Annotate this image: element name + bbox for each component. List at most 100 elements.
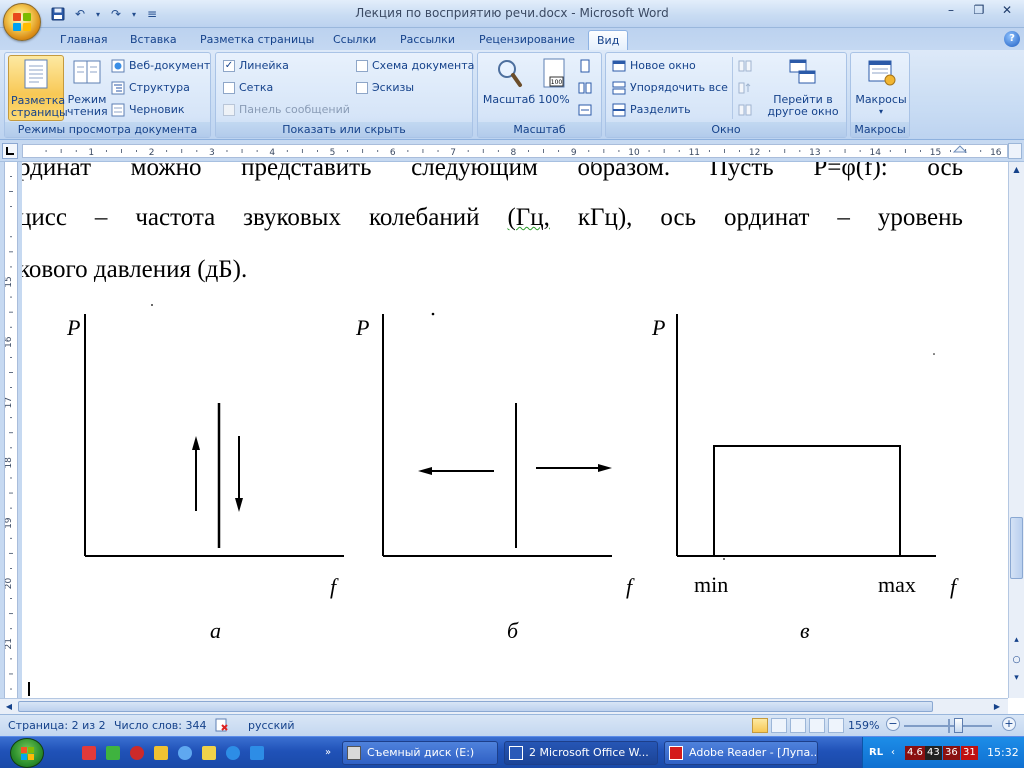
tab-review[interactable]: Рецензирование — [471, 30, 583, 50]
minimize-button[interactable]: – — [940, 3, 962, 19]
macros-button[interactable]: Макросы ▾ — [853, 55, 909, 121]
scan-speck — [933, 353, 935, 355]
scroll-right-icon[interactable]: ▶ — [990, 699, 1004, 714]
group-document-views-label: Режимы просмотра документа — [5, 122, 210, 137]
group-zoom: Масштаб 100 100% Масштаб — [477, 52, 602, 138]
one-page-button[interactable] — [578, 57, 592, 75]
taskbar-item[interactable]: 2 Microsoft Office W... — [504, 741, 658, 765]
svg-text:100: 100 — [551, 79, 563, 86]
draft-view-icon[interactable] — [828, 718, 844, 733]
quick-launch-icon[interactable] — [130, 746, 144, 760]
language-bar[interactable]: RL — [867, 746, 885, 760]
vertical-ruler[interactable]: 15 16 17 18 19 20 21 — [0, 162, 22, 698]
print-layout-view-icon[interactable] — [752, 718, 768, 733]
outline-view-icon[interactable] — [809, 718, 825, 733]
tab-view[interactable]: Вид — [588, 30, 629, 50]
print-layout-button[interactable]: Разметка страницы — [8, 55, 68, 121]
language-indicator[interactable]: русский — [248, 719, 295, 732]
taskbar-item[interactable]: Съемный диск (E:) — [342, 741, 498, 765]
horizontal-ruler[interactable]: 1234567891011121314151617 — [0, 140, 1024, 162]
ruler-number: 12 — [749, 148, 760, 157]
web-view-icon[interactable] — [790, 718, 806, 733]
zoom-in-button[interactable]: + — [1002, 717, 1016, 731]
previous-page-icon[interactable]: ▴ — [1009, 632, 1024, 648]
quick-launch-icon[interactable] — [250, 746, 264, 760]
tab-mailings[interactable]: Рассылки — [392, 30, 463, 50]
zoom-button[interactable]: Масштаб — [482, 55, 536, 121]
taskbar-item[interactable]: Adobe Reader - [Лупа... — [664, 741, 818, 765]
tab-references[interactable]: Ссылки — [325, 30, 384, 50]
window-controls: – ❐ ✕ — [940, 3, 1018, 19]
checkbox-icon — [223, 82, 235, 94]
zoom-100-button[interactable]: 100 100% — [536, 55, 572, 121]
axis-label-min: min — [694, 572, 728, 597]
quick-launch-icon[interactable] — [154, 746, 168, 760]
quick-launch-icon[interactable] — [82, 746, 96, 760]
quick-launch-icon[interactable] — [226, 746, 240, 760]
proofing-icon[interactable] — [214, 717, 232, 736]
web-layout-button[interactable]: Веб-документ — [111, 57, 210, 75]
two-pages-button[interactable] — [578, 79, 592, 97]
scroll-left-icon[interactable]: ◀ — [2, 699, 16, 714]
tab-home[interactable]: Главная — [52, 30, 116, 50]
office-button[interactable] — [3, 3, 41, 41]
new-window-button[interactable]: Новое окно — [612, 57, 696, 75]
figures-area: P f а P f б P min max f в — [66, 304, 959, 643]
horizontal-scroll-thumb[interactable] — [18, 701, 933, 712]
new-window-label: Новое окно — [630, 59, 696, 72]
tab-page-layout[interactable]: Разметка страницы — [192, 30, 322, 50]
horizontal-scrollbar[interactable]: ◀ ▶ — [0, 698, 1008, 714]
ruler-number: 16 — [5, 336, 14, 348]
more-quick-launch-icon[interactable]: » — [325, 747, 331, 758]
figure-caption: в — [800, 618, 810, 643]
up-arrow-head — [192, 436, 200, 450]
reading-view-icon[interactable] — [771, 718, 787, 733]
ruler-number: 2 — [149, 148, 155, 157]
ruler-checkbox[interactable]: ✓ Линейка — [223, 57, 289, 75]
thumbnails-checkbox[interactable]: Эскизы — [356, 79, 414, 97]
word-count[interactable]: Число слов: 344 — [114, 719, 207, 732]
right-indent-marker[interactable] — [952, 145, 968, 153]
zoom-slider-thumb[interactable] — [954, 718, 963, 733]
figure-caption: а — [210, 618, 221, 643]
grid-checkbox[interactable]: Сетка — [223, 79, 273, 97]
reset-position-icon — [738, 104, 752, 116]
ruler-number: 20 — [5, 578, 14, 590]
page-count[interactable]: Страница: 2 из 2 — [8, 719, 106, 732]
clock[interactable]: 15:32 — [985, 746, 1021, 760]
checkbox-icon — [356, 82, 368, 94]
ruler-number: 21 — [5, 638, 14, 649]
reading-mode-button[interactable]: Режим чтения — [67, 55, 108, 121]
switch-windows-button[interactable]: Перейти в другое окно — [762, 55, 844, 121]
document-map-checkbox[interactable]: Схема документа — [356, 57, 474, 75]
page-width-button[interactable] — [578, 101, 592, 119]
outline-button[interactable]: Структура — [111, 79, 190, 97]
view-ruler-toggle[interactable] — [1008, 143, 1022, 159]
zoom-label: Масштаб — [482, 93, 536, 106]
help-button[interactable]: ? — [1004, 31, 1020, 47]
quick-launch-icon[interactable] — [178, 746, 192, 760]
document-page[interactable]: рдинат можно представить следующим образом. П… — [22, 162, 1008, 698]
start-button[interactable] — [10, 738, 44, 768]
zoom-level[interactable]: 159% — [848, 719, 879, 732]
next-page-icon[interactable]: ▾ — [1009, 670, 1024, 686]
tray-chevron-icon[interactable]: ‹ — [889, 746, 897, 760]
quick-launch-icon[interactable] — [202, 746, 216, 760]
draft-button[interactable]: Черновик — [111, 101, 185, 119]
quick-launch-icon[interactable] — [106, 746, 120, 760]
split-button[interactable]: Разделить — [612, 101, 691, 119]
tab-insert[interactable]: Вставка — [122, 30, 185, 50]
tab-selector-icon[interactable] — [2, 143, 18, 159]
zoom-out-button[interactable]: − — [886, 717, 900, 731]
vertical-scroll-thumb[interactable] — [1010, 517, 1023, 579]
group-show-hide: ✓ Линейка Сетка Панель сообщений Схема д… — [215, 52, 474, 138]
figure-v: P min max f в — [651, 314, 959, 643]
browse-object-icon[interactable]: ○ — [1009, 652, 1024, 668]
arrange-all-button[interactable]: Упорядочить все — [612, 79, 728, 97]
close-button[interactable]: ✕ — [996, 3, 1018, 19]
ruler-number: 17 — [5, 397, 14, 408]
scroll-up-icon[interactable]: ▲ — [1009, 162, 1024, 178]
new-window-icon — [612, 60, 626, 72]
vertical-scrollbar[interactable]: ▲ ▴ ○ ▾ — [1008, 162, 1024, 698]
restore-button[interactable]: ❐ — [968, 3, 990, 19]
